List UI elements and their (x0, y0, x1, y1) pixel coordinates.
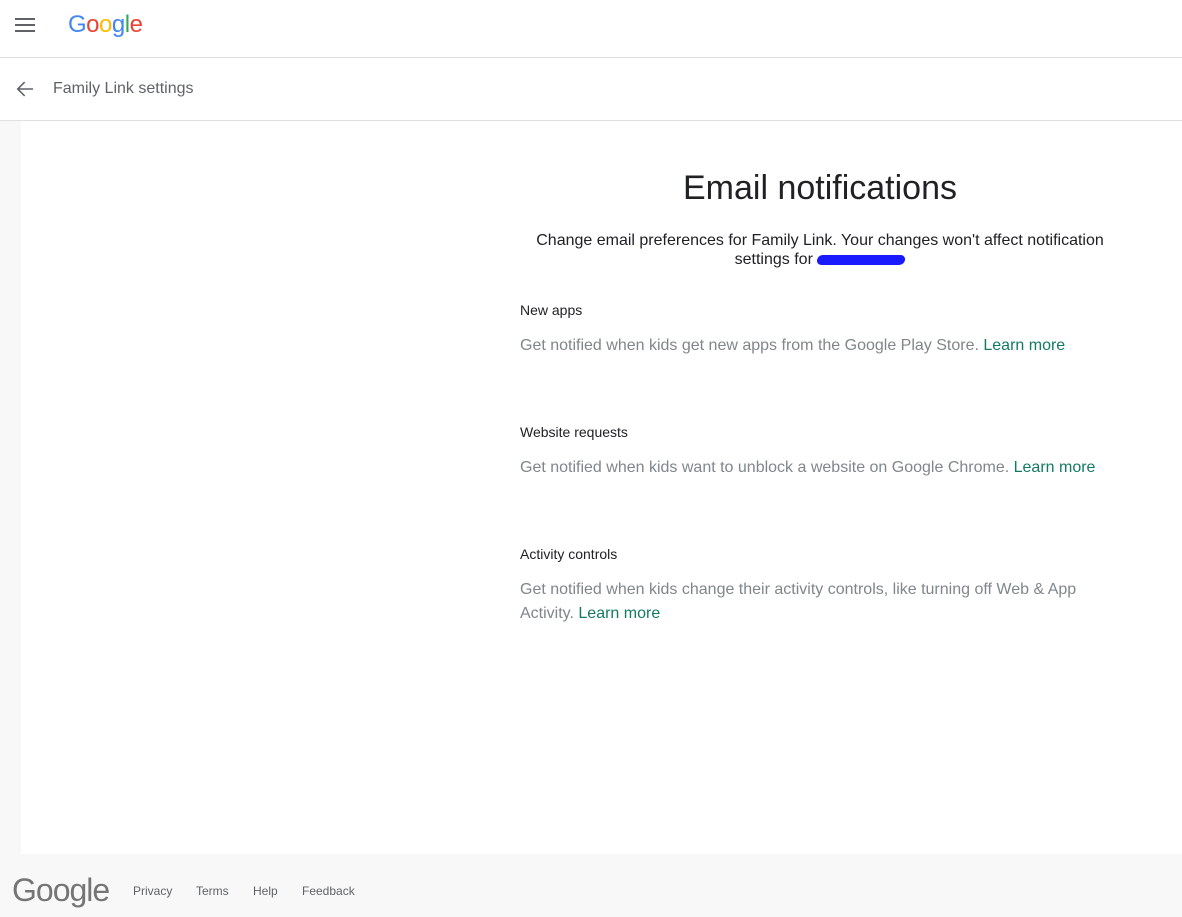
google-logo[interactable]: Google (68, 10, 143, 40)
hamburger-menu-icon[interactable] (15, 16, 35, 34)
logo-letter: e (129, 11, 143, 38)
page-title: Email notifications (682, 169, 957, 207)
footer-google-logo: Google (12, 872, 110, 908)
logo-letter: o (86, 11, 100, 38)
intro-text: Change email preferences for Family Link… (520, 231, 1120, 269)
footer-link-feedback[interactable]: Feedback (302, 884, 355, 899)
top-app-bar: Google (0, 0, 1182, 58)
footer: Google Privacy Terms Help Feedback (0, 855, 1182, 917)
page-header-title: Family Link settings (53, 80, 194, 97)
learn-more-link[interactable]: Learn more (1014, 459, 1096, 476)
logo-letter: o (99, 11, 112, 38)
page-header: Family Link settings (0, 58, 1182, 121)
logo-letter: G (68, 11, 87, 38)
back-arrow-icon[interactable] (15, 79, 35, 99)
redacted-account-name (816, 255, 907, 265)
description-text: Get notified when kids get new apps from… (520, 337, 979, 354)
section-description-website-requests: Get notified when kids want to unblock a… (520, 456, 1110, 480)
section-title-website-requests[interactable]: Website requests (520, 423, 628, 441)
section-description-new-apps: Get notified when kids get new apps from… (520, 334, 1110, 358)
section-title-activity-controls[interactable]: Activity controls (520, 545, 617, 563)
section-description-activity-controls: Get notified when kids change their acti… (520, 578, 1095, 626)
footer-link-privacy[interactable]: Privacy (133, 884, 172, 899)
footer-link-terms[interactable]: Terms (196, 884, 229, 899)
section-title-new-apps[interactable]: New apps (520, 301, 582, 319)
footer-link-help[interactable]: Help (253, 884, 278, 899)
logo-letter: g (111, 11, 125, 38)
learn-more-link[interactable]: Learn more (578, 605, 660, 622)
description-text: Get notified when kids want to unblock a… (520, 459, 1010, 476)
learn-more-link[interactable]: Learn more (983, 337, 1065, 354)
